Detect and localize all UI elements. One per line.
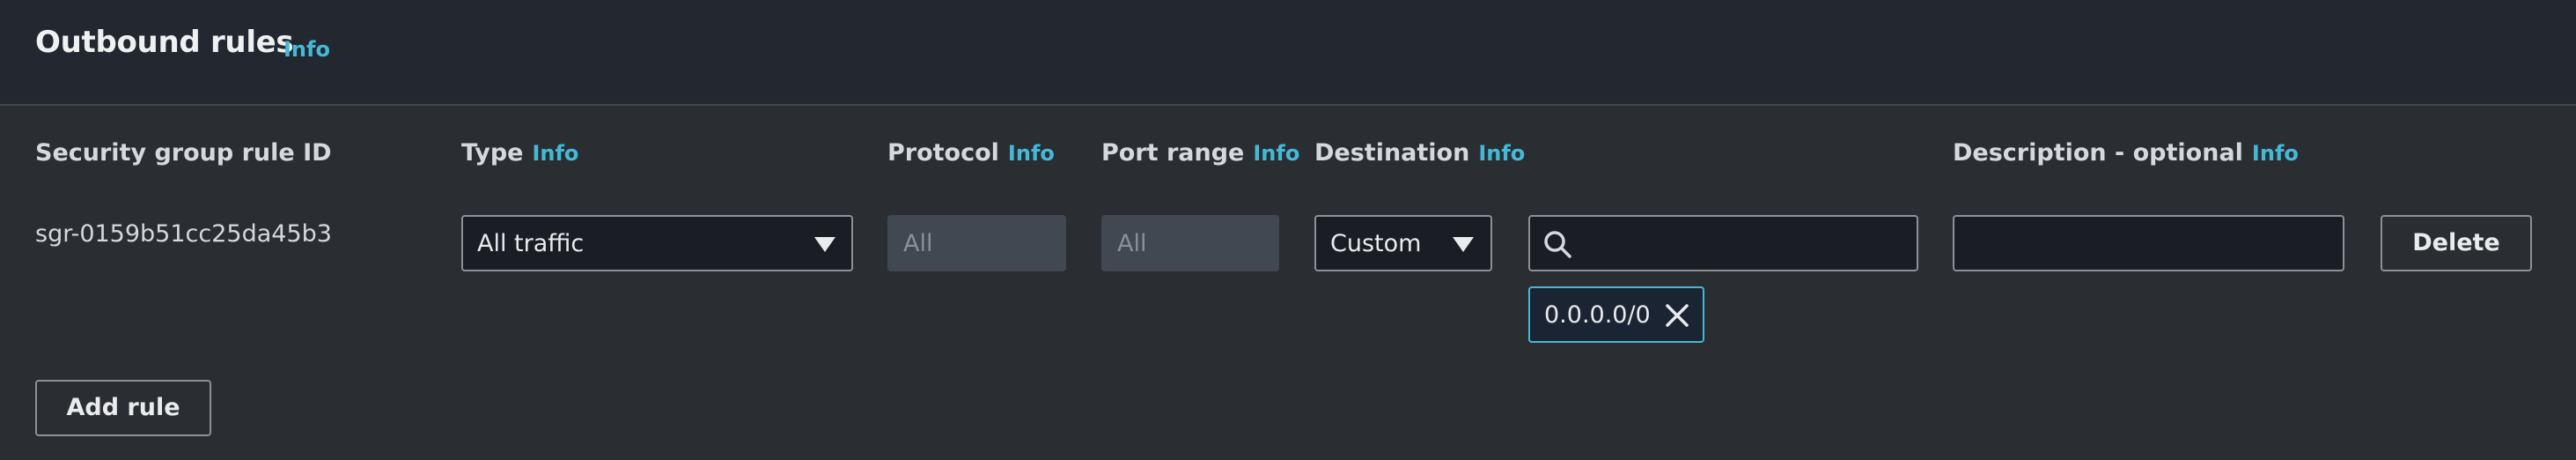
destination-token: 0.0.0.0/0 bbox=[1528, 286, 1704, 343]
type-select-value: All traffic bbox=[477, 230, 585, 257]
column-header-destination: Destination Info bbox=[1314, 139, 1525, 167]
protocol-field: All bbox=[887, 215, 1066, 271]
column-header-description-label: Description - optional bbox=[1953, 139, 2243, 167]
column-header-description: Description - optional Info bbox=[1953, 139, 2299, 167]
column-header-port-range-label: Port range bbox=[1101, 139, 1245, 167]
rule-id-value: sgr-0159b51cc25da45b3 bbox=[35, 220, 332, 248]
destination-type-value: Custom bbox=[1330, 230, 1422, 257]
protocol-field-value: All bbox=[903, 230, 933, 257]
destination-token-value: 0.0.0.0/0 bbox=[1544, 301, 1651, 329]
outbound-rules-panel: Outbound rules Info Security group rule … bbox=[0, 0, 2576, 460]
description-input[interactable] bbox=[1953, 215, 2344, 271]
close-icon[interactable] bbox=[1662, 300, 1692, 330]
column-header-destination-label: Destination bbox=[1314, 139, 1470, 167]
destination-type-select[interactable]: Custom bbox=[1314, 215, 1492, 271]
section-info-link[interactable]: Info bbox=[283, 37, 330, 62]
type-select[interactable]: All traffic bbox=[461, 215, 853, 271]
caret-down-icon bbox=[1453, 237, 1474, 252]
port-range-info-link[interactable]: Info bbox=[1253, 141, 1299, 166]
protocol-info-link[interactable]: Info bbox=[1008, 141, 1055, 166]
column-header-protocol-label: Protocol bbox=[887, 139, 999, 167]
caret-down-icon bbox=[814, 237, 835, 252]
column-header-type: Type Info bbox=[461, 139, 578, 167]
description-info-link[interactable]: Info bbox=[2252, 141, 2299, 166]
search-icon bbox=[1544, 231, 1571, 258]
destination-info-link[interactable]: Info bbox=[1478, 141, 1525, 166]
add-rule-button[interactable]: Add rule bbox=[35, 380, 211, 436]
column-header-rule-id: Security group rule ID bbox=[35, 139, 332, 167]
type-info-link[interactable]: Info bbox=[532, 141, 578, 166]
column-header-rule-id-label: Security group rule ID bbox=[35, 139, 332, 167]
port-range-field: All bbox=[1101, 215, 1279, 271]
port-range-field-value: All bbox=[1117, 230, 1147, 257]
column-header-port-range: Port range Info bbox=[1101, 139, 1299, 167]
column-header-protocol: Protocol Info bbox=[887, 139, 1055, 167]
panel-header: Outbound rules Info bbox=[0, 0, 2576, 106]
destination-search-input[interactable] bbox=[1528, 215, 1918, 271]
column-header-type-label: Type bbox=[461, 139, 524, 167]
section-title: Outbound rules bbox=[35, 25, 294, 60]
delete-rule-button[interactable]: Delete bbox=[2381, 215, 2532, 271]
